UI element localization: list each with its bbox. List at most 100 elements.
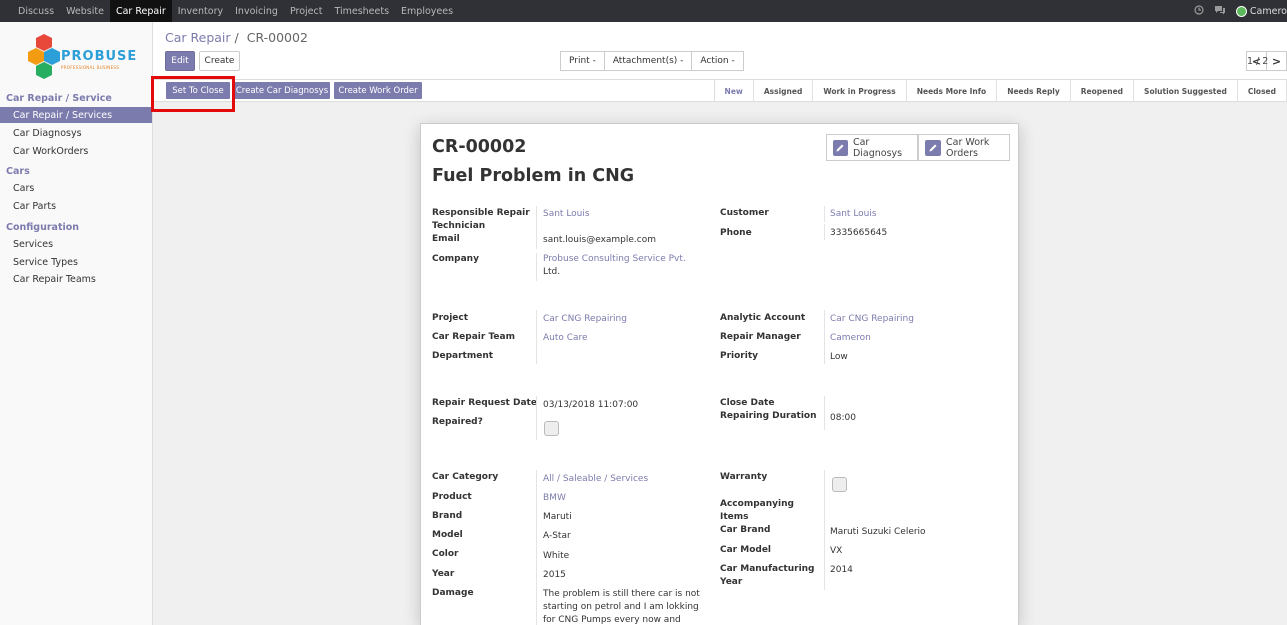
- model-value[interactable]: A-Star: [543, 530, 571, 543]
- menu-invoicing[interactable]: Invoicing: [229, 0, 284, 22]
- company-label: Company: [432, 254, 479, 264]
- sidebar-item-service-types[interactable]: Service Types: [0, 254, 152, 270]
- sidebar: PROBUSE PROFESSIONAL BUSINESS Car Repair…: [0, 22, 153, 625]
- user-menu[interactable]: Camero: [1235, 5, 1287, 17]
- car-work-orders-smart-button[interactable]: Car Work Orders: [918, 134, 1010, 161]
- color-label: Color: [432, 549, 459, 559]
- repair-team-value[interactable]: Auto Care: [543, 332, 588, 345]
- car-category-value[interactable]: All / Saleable / Services: [543, 473, 648, 486]
- action-dropdown[interactable]: Action -: [691, 51, 744, 71]
- technician-label: Responsible Repair Technician: [432, 207, 530, 233]
- app-menu: Discuss Website Car Repair Inventory Inv…: [12, 0, 459, 22]
- project-value[interactable]: Car CNG Repairing: [543, 313, 627, 326]
- request-date-value[interactable]: 03/13/2018 11:07:00: [543, 399, 638, 412]
- sidebar-actions: Print - Attachment(s) - Action -: [560, 51, 744, 71]
- technician-value[interactable]: Sant Louis: [543, 208, 590, 221]
- color-value[interactable]: White: [543, 550, 569, 563]
- sidebar-item-cars[interactable]: Cars: [0, 180, 152, 196]
- chat-icon[interactable]: [1214, 5, 1226, 18]
- pager-value: 1 / 2: [1247, 55, 1269, 67]
- brand-value[interactable]: Maruti: [543, 511, 572, 524]
- create-button[interactable]: Create: [199, 51, 240, 71]
- menu-car-repair[interactable]: Car Repair: [109, 0, 172, 22]
- menu-project[interactable]: Project: [284, 0, 329, 22]
- product-value[interactable]: BMW: [543, 492, 566, 505]
- year-value[interactable]: 2015: [543, 569, 566, 582]
- car-diagnosys-smart-button[interactable]: Car Diagnosys: [826, 134, 918, 161]
- logo-hexagons: [28, 34, 60, 79]
- breadcrumb-parent[interactable]: Car Repair: [165, 30, 231, 45]
- sidebar-item-car-workorders[interactable]: Car WorkOrders: [0, 143, 152, 159]
- field-divider: [536, 396, 537, 440]
- create-work-order-button[interactable]: Create Work Order: [334, 82, 422, 99]
- menu-website[interactable]: Website: [60, 0, 110, 22]
- stage-pipeline: New Assigned Work in Progress Needs More…: [713, 80, 1287, 102]
- analytic-account-label: Analytic Account: [720, 313, 806, 323]
- breadcrumb-separator: /: [234, 30, 239, 45]
- menu-timesheets[interactable]: Timesheets: [328, 0, 395, 22]
- edit-button[interactable]: Edit: [165, 51, 195, 71]
- menu-employees[interactable]: Employees: [395, 0, 459, 22]
- priority-value[interactable]: Low: [830, 351, 848, 364]
- attachments-dropdown[interactable]: Attachment(s) -: [603, 51, 693, 71]
- car-category-label: Car Category: [432, 472, 499, 482]
- topbar-right: Camero: [1194, 0, 1287, 22]
- stage-work-in-progress[interactable]: Work in Progress: [813, 80, 907, 102]
- company-value[interactable]: Probuse Consulting Service Pvt. Ltd.: [543, 253, 686, 279]
- sidebar-item-car-repair-teams[interactable]: Car Repair Teams: [0, 271, 152, 287]
- damage-line3: for CNG Pumps every now and: [543, 615, 681, 625]
- product-label: Product: [432, 492, 472, 502]
- print-dropdown[interactable]: Print -: [560, 51, 605, 71]
- field-divider: [824, 224, 825, 240]
- project-label: Project: [432, 313, 469, 323]
- stage-closed[interactable]: Closed: [1238, 80, 1287, 102]
- manufacturing-label-line1: Car Manufacturing: [720, 564, 815, 574]
- set-to-close-button[interactable]: Set To Close: [166, 82, 230, 99]
- customer-value[interactable]: Sant Louis: [830, 208, 877, 221]
- sidebar-section-car-repair: Car Repair / Service: [6, 93, 112, 104]
- company-value-line2: Ltd.: [543, 267, 561, 277]
- sidebar-item-car-repair-services[interactable]: Car Repair / Services: [0, 107, 152, 123]
- analytic-account-value[interactable]: Car CNG Repairing: [830, 313, 914, 326]
- pencil-icon: [925, 139, 941, 156]
- stage-assigned[interactable]: Assigned: [754, 80, 814, 102]
- close-date-label-text: Close Date: [720, 398, 775, 408]
- create-car-diagnosys-button[interactable]: Create Car Diagnosys: [234, 82, 330, 99]
- duration-value[interactable]: 08:00: [830, 412, 856, 425]
- stage-needs-more-info[interactable]: Needs More Info: [907, 80, 998, 102]
- menu-discuss[interactable]: Discuss: [12, 0, 60, 22]
- top-navbar: Discuss Website Car Repair Inventory Inv…: [0, 0, 1287, 22]
- stage-solution-suggested[interactable]: Solution Suggested: [1134, 80, 1238, 102]
- damage-value[interactable]: The problem is still there car is not st…: [543, 588, 700, 625]
- manufacturing-year-value[interactable]: 2014: [830, 564, 853, 577]
- logo-tagline: PROFESSIONAL BUSINESS: [61, 65, 120, 70]
- sidebar-item-car-parts[interactable]: Car Parts: [0, 198, 152, 214]
- accompanying-items-label: Accompanying Items: [720, 498, 794, 524]
- warranty-checkbox[interactable]: [832, 477, 847, 492]
- sidebar-item-car-diagnosys[interactable]: Car Diagnosys: [0, 125, 152, 141]
- logo-brand: PROBUSE: [61, 49, 138, 64]
- year-label: Year: [432, 569, 455, 579]
- car-brand-value[interactable]: Maruti Suzuki Celerio: [830, 526, 926, 539]
- duration-label-text: Repairing Duration: [720, 411, 817, 421]
- repaired-checkbox[interactable]: [544, 421, 559, 436]
- stage-reopened[interactable]: Reopened: [1071, 80, 1135, 102]
- repair-manager-value[interactable]: Cameron: [830, 332, 871, 345]
- manufacturing-label-line2: Year: [720, 577, 743, 587]
- pager: 1 / 2 < >: [1246, 51, 1287, 71]
- damage-line1: The problem is still there car is not: [543, 589, 700, 599]
- record-subject: Fuel Problem in CNG: [432, 166, 635, 186]
- smart-button-label: Car Work Orders: [946, 137, 989, 159]
- pager-next-button[interactable]: >: [1266, 51, 1287, 71]
- manufacturing-year-label: Car Manufacturing Year: [720, 563, 815, 589]
- clock-icon[interactable]: [1194, 4, 1204, 18]
- menu-inventory[interactable]: Inventory: [172, 0, 229, 22]
- stage-needs-reply[interactable]: Needs Reply: [997, 80, 1071, 102]
- phone-value[interactable]: 3335665645: [830, 227, 887, 240]
- stage-new[interactable]: New: [715, 80, 754, 102]
- company-value-line1[interactable]: Probuse Consulting Service Pvt.: [543, 253, 686, 266]
- sidebar-section-cars: Cars: [6, 166, 30, 177]
- email-value[interactable]: sant.louis@example.com: [543, 234, 656, 247]
- car-model-value[interactable]: VX: [830, 545, 842, 558]
- sidebar-item-services[interactable]: Services: [0, 236, 152, 252]
